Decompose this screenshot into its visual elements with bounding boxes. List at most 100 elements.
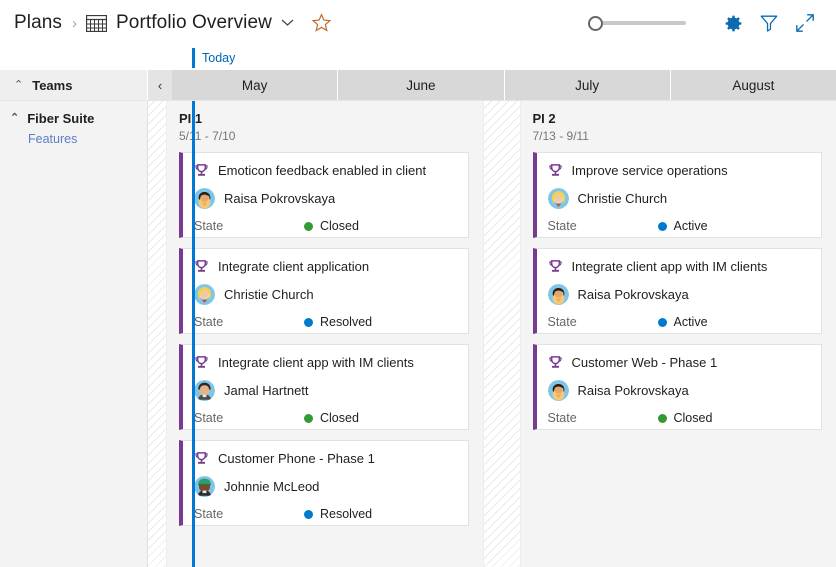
work-item-card[interactable]: Integrate client app with IM clients Rai…: [532, 248, 822, 334]
fullscreen-button[interactable]: [790, 8, 820, 38]
card-title-row: Emoticon feedback enabled in client: [194, 163, 456, 178]
avatar: [547, 284, 569, 305]
collapse-panel-button[interactable]: ‹: [148, 70, 172, 100]
state-text: Active: [673, 219, 708, 233]
card-assignee-row: Christie Church: [547, 188, 810, 209]
iteration-name: PI 2: [532, 111, 556, 126]
trophy-icon: [194, 451, 209, 466]
trophy-icon: [194, 355, 209, 370]
today-marker-row: Today: [0, 46, 836, 70]
chevron-down-icon[interactable]: [281, 14, 294, 32]
card-title-row: Customer Phone - Phase 1: [194, 451, 456, 466]
timeline-lanes: PI 1 5/11 - 7/10 Emoticon feedback enabl…: [148, 101, 836, 567]
card-field-row: State Resolved: [194, 507, 456, 521]
avatar: [547, 380, 569, 401]
trophy-icon: [194, 163, 209, 178]
card-assignee-name: Jamal Hartnett: [224, 383, 309, 398]
team-row[interactable]: ⌃ Fiber Suite: [10, 111, 147, 126]
today-marker: Today: [192, 46, 235, 70]
card-assignee-name: Christie Church: [577, 191, 668, 206]
expand-arrows-icon: [796, 14, 814, 32]
month-header-strip: May June July August: [172, 70, 836, 100]
card-title-row: Integrate client application: [194, 259, 456, 274]
card-title: Integrate client app with IM clients: [571, 259, 768, 274]
card-state-value: Active: [657, 315, 708, 329]
card-assignee-name: Raisa Pokrovskaya: [577, 383, 689, 398]
work-item-card[interactable]: Customer Phone - Phase 1 Johnnie McLeod …: [179, 440, 469, 526]
today-line-tick: [192, 48, 195, 68]
card-assignee-row: Christie Church: [194, 284, 456, 305]
favorite-star-icon[interactable]: [311, 13, 332, 33]
state-dot: [304, 317, 313, 327]
card-field-label: State: [547, 315, 577, 329]
avatar: [194, 284, 215, 305]
card-field-row: State Active: [548, 315, 810, 329]
card-state-value: Resolved: [304, 507, 372, 521]
state-text: Closed: [320, 411, 359, 425]
card-field-label: State: [194, 315, 224, 329]
chevron-up-icon[interactable]: ⌃: [10, 113, 19, 124]
iteration-column-pi2: PI 2 7/13 - 9/11 Improve service operati…: [520, 101, 836, 567]
breadcrumb: Plans › Portfolio Overview: [14, 12, 332, 34]
teams-column-header: ⌃ Teams: [0, 70, 148, 100]
card-title-row: Integrate client app with IM clients: [194, 355, 456, 370]
work-item-card[interactable]: Improve service operations Christie Chur…: [532, 152, 822, 238]
month-header-cell[interactable]: June: [338, 70, 505, 100]
card-field-label: State: [194, 507, 224, 521]
card-assignee-name: Christie Church: [224, 287, 314, 302]
work-item-card[interactable]: Customer Web - Phase 1 Raisa Pokrovskaya…: [532, 344, 822, 430]
card-assignee-row: Raisa Pokrovskaya: [547, 380, 810, 401]
team-name-label: Fiber Suite: [27, 111, 95, 126]
work-item-card[interactable]: Integrate client application Christie Ch…: [179, 248, 469, 334]
trophy-icon: [548, 163, 563, 178]
card-field-row: State Closed: [194, 219, 456, 233]
state-dot: [657, 413, 667, 423]
month-header-cell[interactable]: July: [505, 70, 671, 100]
team-group: ⌃ Fiber Suite Features: [0, 111, 147, 146]
work-item-card[interactable]: Emoticon feedback enabled in client Rais…: [179, 152, 469, 238]
state-dot: [657, 221, 667, 231]
breadcrumb-plans-link[interactable]: Plans: [14, 12, 62, 34]
today-label: Today: [202, 51, 236, 65]
state-text: Resolved: [320, 315, 373, 329]
avatar: [194, 476, 215, 497]
card-assignee-name: Johnnie McLeod: [224, 479, 320, 494]
settings-button[interactable]: [718, 8, 748, 38]
month-header-cell[interactable]: May: [172, 70, 339, 100]
work-item-card[interactable]: Integrate client app with IM clients Jam…: [179, 344, 469, 430]
card-field-label: State: [547, 411, 577, 425]
iteration-dates: 5/11 - 7/10: [179, 129, 236, 143]
card-field-row: State Resolved: [194, 315, 456, 329]
state-dot: [304, 413, 313, 423]
card-assignee-name: Raisa Pokrovskaya: [577, 287, 689, 302]
avatar: [194, 188, 215, 209]
teams-header-label: Teams: [32, 77, 73, 93]
iteration-gap-hatch: [482, 101, 521, 567]
state-dot: [657, 317, 667, 327]
trophy-icon: [548, 355, 563, 370]
teams-sidebar: ⌃ Fiber Suite Features: [0, 101, 148, 567]
out-of-range-hatch: [148, 101, 167, 567]
chevron-up-icon[interactable]: ⌃: [14, 79, 23, 91]
state-text: Closed: [320, 219, 359, 233]
zoom-slider-thumb[interactable]: [588, 15, 603, 31]
funnel-icon: [760, 15, 778, 32]
card-assignee-name: Raisa Pokrovskaya: [224, 191, 336, 206]
month-header-cell[interactable]: August: [671, 70, 836, 100]
card-field-label: State: [194, 219, 224, 233]
zoom-slider-track[interactable]: [597, 21, 686, 25]
state-text: Resolved: [320, 507, 373, 521]
card-title-row: Integrate client app with IM clients: [548, 259, 810, 274]
card-field-row: State Closed: [194, 411, 456, 425]
zoom-slider[interactable]: [588, 13, 686, 33]
plan-body: ⌃ Fiber Suite Features PI 1 5/11 - 7/10: [0, 101, 836, 567]
team-backlog-link[interactable]: Features: [28, 132, 147, 146]
card-title: Customer Phone - Phase 1: [218, 451, 375, 466]
card-state-value: Closed: [304, 219, 359, 233]
card-assignee-row: Raisa Pokrovskaya: [194, 188, 456, 209]
card-state-value: Closed: [304, 411, 359, 425]
gear-icon: [725, 15, 741, 31]
filter-button[interactable]: [754, 8, 784, 38]
iteration-name: PI 1: [179, 111, 203, 126]
card-field-label: State: [547, 219, 577, 233]
